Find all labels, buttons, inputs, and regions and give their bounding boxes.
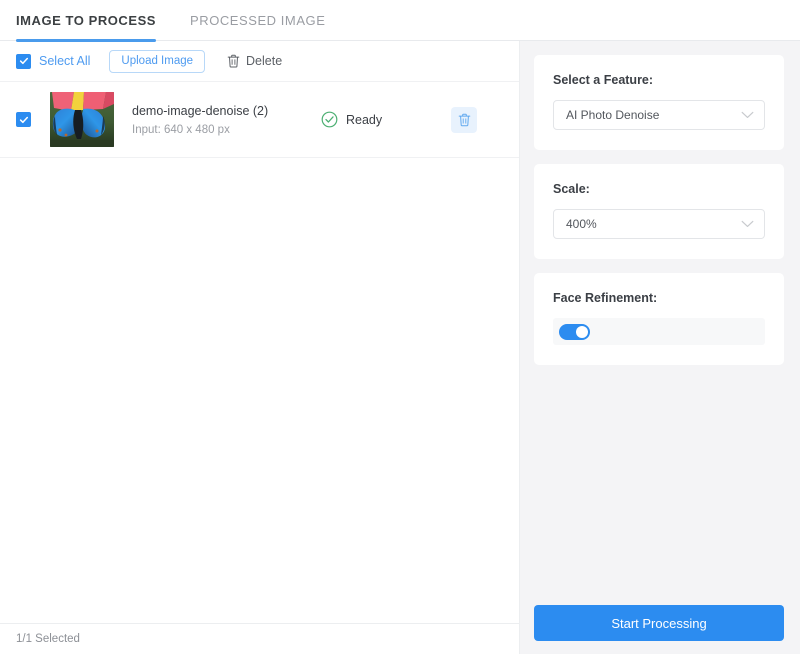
start-processing-button[interactable]: Start Processing	[534, 605, 784, 641]
scale-select-value: 400%	[566, 217, 597, 231]
chevron-down-icon	[741, 220, 754, 227]
panel-spacer	[534, 379, 784, 605]
app-window: IMAGE TO PROCESS PROCESSED IMAGE Select …	[0, 0, 800, 654]
chevron-down-icon	[741, 111, 754, 118]
check-icon	[19, 57, 28, 65]
file-checkbox[interactable]	[16, 112, 31, 127]
face-refinement-label: Face Refinement:	[553, 291, 658, 305]
settings-panel: Select a Feature: AI Photo Denoise Scale…	[520, 41, 800, 654]
tab-label: IMAGE TO PROCESS	[16, 12, 157, 28]
check-icon	[19, 116, 28, 123]
tab-image-to-process[interactable]: IMAGE TO PROCESS	[16, 0, 157, 42]
file-thumbnail	[50, 92, 114, 147]
butterfly-photo-icon	[50, 92, 114, 147]
face-refinement-card: Face Refinement:	[534, 273, 784, 365]
selected-count-label: 1/1 Selected	[16, 633, 80, 645]
selection-status-bar: 1/1 Selected	[0, 623, 519, 654]
delete-label: Delete	[246, 54, 283, 68]
file-panel: Select All Upload Image Delete demo-imag…	[0, 41, 520, 654]
main-body: Select All Upload Image Delete demo-imag…	[0, 41, 800, 654]
file-status: Ready	[321, 111, 451, 128]
file-name: demo-image-denoise (2)	[132, 103, 269, 118]
file-toolbar: Select All Upload Image Delete	[0, 41, 519, 82]
feature-select-value: AI Photo Denoise	[566, 108, 660, 122]
scale-select[interactable]: 400%	[553, 209, 765, 239]
tab-label: PROCESSED IMAGE	[190, 12, 326, 28]
tab-processed-image[interactable]: PROCESSED IMAGE	[190, 0, 325, 41]
delete-button[interactable]: Delete	[227, 54, 282, 68]
file-info: demo-image-denoise (2) Input: 640 x 480 …	[132, 104, 321, 136]
file-list: demo-image-denoise (2) Input: 640 x 480 …	[0, 82, 519, 623]
tab-bar: IMAGE TO PROCESS PROCESSED IMAGE	[0, 0, 800, 42]
scale-label: Scale:	[553, 182, 590, 196]
select-all-control[interactable]: Select All	[16, 53, 91, 69]
feature-select[interactable]: AI Photo Denoise	[553, 100, 765, 130]
face-refinement-row	[553, 318, 765, 345]
file-status-label: Ready	[346, 112, 383, 127]
file-delete-button[interactable]	[451, 106, 477, 133]
scale-card: Scale: 400%	[534, 164, 784, 259]
feature-label: Select a Feature:	[553, 73, 654, 87]
check-circle-icon	[321, 111, 338, 128]
trash-icon	[458, 113, 470, 126]
face-refinement-toggle[interactable]	[559, 323, 590, 340]
file-input-info: Input: 640 x 480 px	[132, 123, 230, 136]
file-list-item[interactable]: demo-image-denoise (2) Input: 640 x 480 …	[0, 82, 519, 158]
feature-card: Select a Feature: AI Photo Denoise	[534, 55, 784, 150]
select-all-label: Select All	[39, 54, 91, 68]
select-all-checkbox[interactable]	[16, 53, 31, 69]
trash-icon	[227, 54, 240, 68]
upload-image-button[interactable]: Upload Image	[109, 49, 206, 73]
toggle-knob	[576, 325, 588, 338]
